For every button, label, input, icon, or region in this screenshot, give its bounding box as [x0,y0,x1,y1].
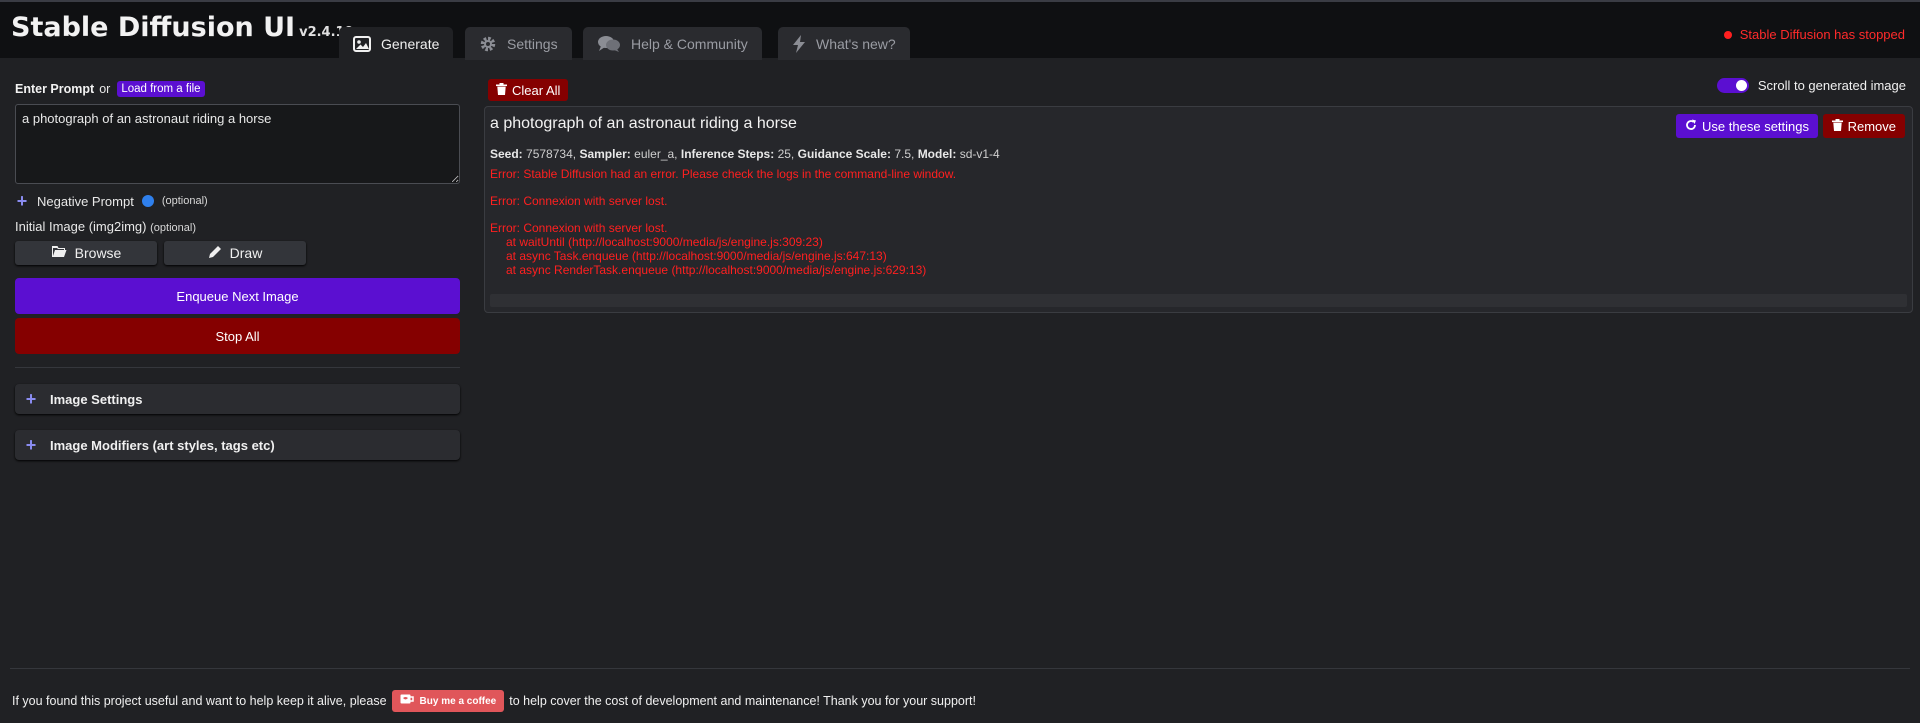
pencil-icon [208,245,222,262]
seed-value: 7578734, [526,147,577,161]
trash-icon [496,82,507,98]
error-message: Error: Stable Diffusion had an error. Pl… [490,167,957,181]
stack-trace-line: at async RenderTask.enqueue (http://loca… [506,263,927,277]
scroll-to-generated-toggle-row: Scroll to generated image [1716,78,1906,93]
task-prompt: a photograph of an astronaut riding a ho… [490,115,797,132]
negative-prompt-label: Negative Prompt [37,193,134,209]
plus-icon: + [16,191,28,211]
gear-icon [479,35,497,53]
guidance-value: 7.5, [894,147,915,161]
steps-label: Inference Steps: [680,147,775,161]
load-from-file-button[interactable]: Load from a file [117,81,205,97]
stack-trace-line: at async Task.enqueue (http://localhost:… [506,249,887,263]
initial-image-buttons: Browse Draw [15,241,460,265]
prompt-input[interactable] [15,104,460,184]
chat-icon [597,35,621,53]
tab-label: Settings [507,35,558,52]
clear-all-button[interactable]: Clear All [488,79,569,101]
app-title: Stable Diffusion UI v2.4.19 [11,12,354,43]
image-settings-section[interactable]: + Image Settings [15,384,460,414]
image-icon [353,35,371,52]
model-value: sd-v1-4 [959,147,1000,161]
image-modifiers-section[interactable]: + Image Modifiers (art styles, tags etc) [15,430,460,460]
tab-label: What's new? [816,35,896,52]
coffee-cup-icon [400,694,414,708]
sampler-value: euler_a, [634,147,678,161]
draw-button[interactable]: Draw [164,241,306,265]
server-status: Stable Diffusion has stopped [1723,27,1905,42]
app-header: Stable Diffusion UI v2.4.19 Generate Sett… [0,2,1920,60]
footer: If you found this project useful and wan… [12,690,976,712]
image-settings-title: Image Settings [50,391,143,407]
buy-me-a-coffee-button[interactable]: Buy me a coffee [391,690,505,712]
task-card: a photograph of an astronaut riding a ho… [484,106,1913,313]
prompt-label-row: Enter Prompt or Load from a file [15,80,460,98]
progress-bar [490,294,1907,307]
status-text: Stable Diffusion has stopped [1739,27,1905,42]
remove-label: Remove [1847,118,1896,134]
seed-label: Seed: [490,147,523,161]
draw-label: Draw [229,245,263,261]
browse-button[interactable]: Browse [15,241,157,265]
trash-icon [1831,118,1843,134]
guidance-label: Guidance Scale: [797,147,891,161]
app-title-text: Stable Diffusion UI [11,12,296,43]
image-modifiers-title: Image Modifiers (art styles, tags etc) [50,437,275,453]
error-message: Error: Connexion with server lost. [490,221,668,235]
stop-all-button[interactable]: Stop All [15,318,460,354]
status-dot-icon [1723,30,1732,39]
plus-icon: + [25,435,37,455]
clear-all-label: Clear All [512,82,561,98]
initial-image-label: Initial Image (img2img) [15,219,147,234]
scroll-to-generated-label: Scroll to generated image [1757,78,1906,93]
footer-divider [10,668,1910,669]
use-these-settings-label: Use these settings [1702,118,1809,134]
footer-text-before: If you found this project useful and wan… [12,694,387,708]
prompt-label: Enter Prompt [15,82,95,96]
info-icon[interactable] [141,195,154,207]
tab-generate[interactable]: Generate [339,27,454,60]
scroll-to-generated-toggle[interactable] [1716,78,1749,93]
buy-me-a-coffee-label: Buy me a coffee [419,695,497,707]
tab-settings[interactable]: Settings [465,27,572,60]
tab-help-community[interactable]: Help & Community [583,27,762,60]
error-message: Error: Connexion with server lost. [490,194,668,208]
editor-panel: Enter Prompt or Load from a file + Negat… [15,80,460,460]
optional-label: (optional) [161,195,208,207]
or-text: or [99,82,111,96]
initial-image-label-row: Initial Image (img2img) (optional) [15,219,460,236]
optional-label: (optional) [150,222,196,234]
negative-prompt-toggle[interactable]: + Negative Prompt (optional) [15,192,460,210]
browse-label: Browse [74,245,122,261]
stack-trace-line: at waitUntil (http://localhost:9000/medi… [506,235,823,249]
plus-icon: + [25,389,37,409]
enqueue-next-image-button[interactable]: Enqueue Next Image [15,278,460,314]
use-these-settings-button[interactable]: Use these settings [1676,114,1818,138]
footer-text-after: to help cover the cost of development an… [509,694,976,708]
tab-whats-new[interactable]: What's new? [778,27,910,60]
steps-value: 25, [777,147,795,161]
tab-label: Help & Community [631,35,748,52]
folder-open-icon [51,245,67,261]
remove-button[interactable]: Remove [1822,114,1905,138]
bolt-icon [792,34,806,53]
task-info: Seed: 7578734, Sampler: euler_a, Inferen… [490,147,1000,161]
model-label: Model: [917,147,957,161]
divider [15,367,460,368]
refresh-icon [1685,119,1697,134]
sampler-label: Sampler: [579,147,631,161]
tab-label: Generate [381,35,440,52]
